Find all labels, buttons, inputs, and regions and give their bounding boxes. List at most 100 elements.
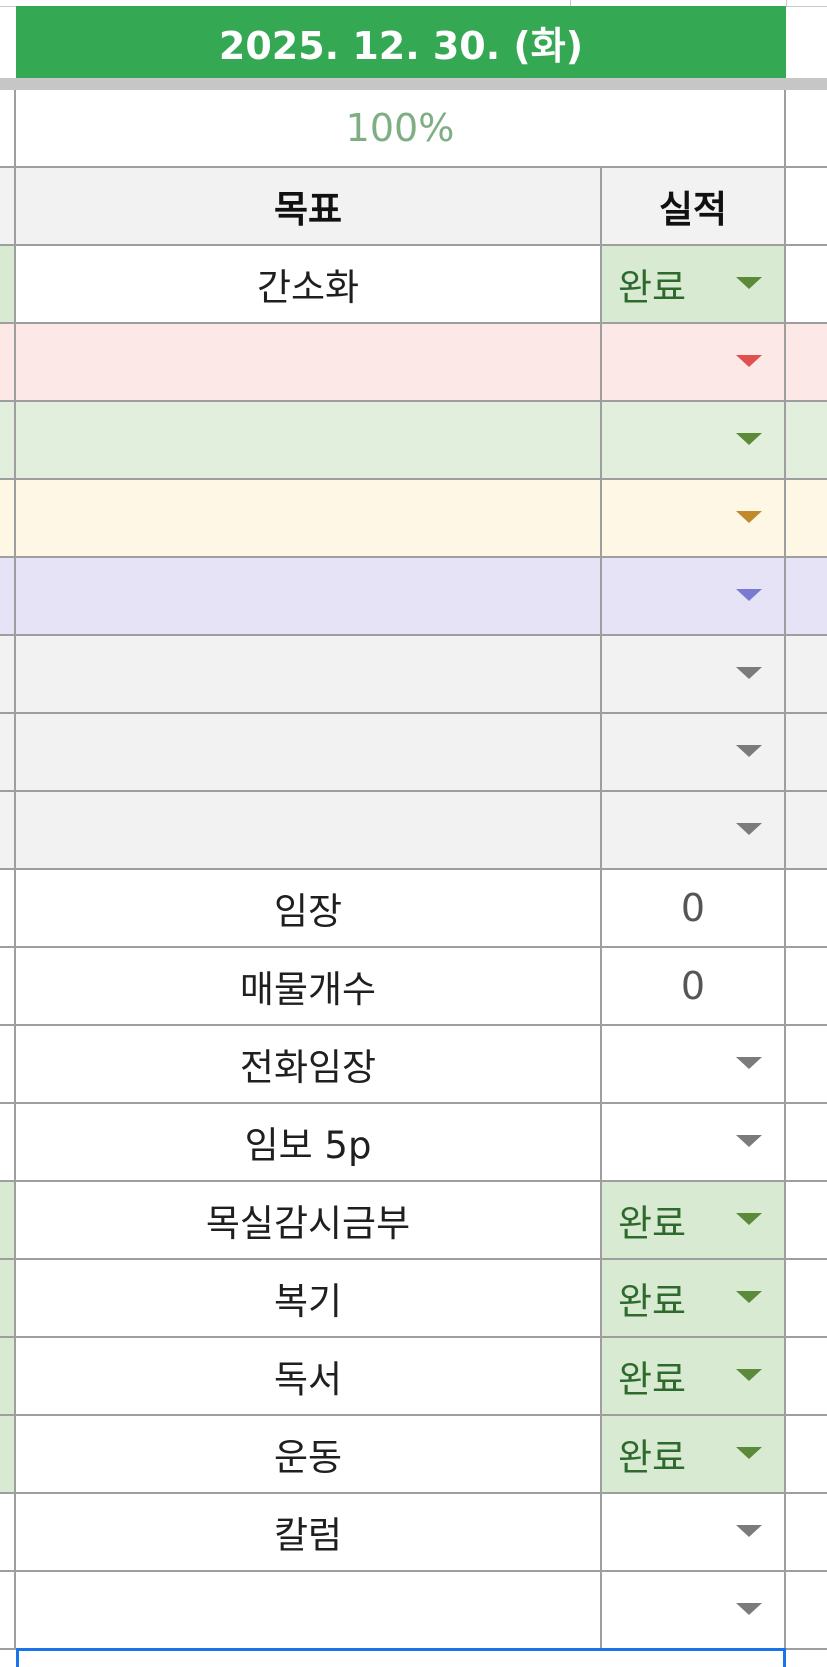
dropdown-arrow-icon[interactable] xyxy=(736,277,762,289)
goal-cell[interactable]: 임보 5p xyxy=(16,1104,602,1180)
right-edge-cell[interactable] xyxy=(786,792,827,868)
right-edge-cell[interactable] xyxy=(786,870,827,946)
result-number-cell[interactable]: 0 xyxy=(602,948,786,1024)
right-edge-cell[interactable] xyxy=(786,1182,827,1258)
date-banner[interactable]: 2025. 12. 30. (화) xyxy=(16,6,786,78)
row-edge-cell[interactable] xyxy=(0,1416,16,1492)
goal-cell[interactable]: 독서 xyxy=(16,1338,602,1414)
goal-cell[interactable] xyxy=(16,324,602,400)
result-dropdown-cell[interactable]: 완료 xyxy=(602,246,786,322)
row-edge-cell[interactable] xyxy=(0,714,16,790)
dropdown-arrow-icon[interactable] xyxy=(736,433,762,445)
result-dropdown-cell[interactable] xyxy=(602,1572,786,1648)
goal-cell[interactable]: 간소화 xyxy=(16,246,602,322)
result-dropdown-cell[interactable] xyxy=(602,1104,786,1180)
goal-cell[interactable]: 운동 xyxy=(16,1416,602,1492)
goal-cell[interactable] xyxy=(16,636,602,712)
goal-cell[interactable]: 임장 xyxy=(16,870,602,946)
goal-cell[interactable]: 목실감시금부 xyxy=(16,1182,602,1258)
result-dropdown-cell[interactable]: 완료 xyxy=(602,1416,786,1492)
dropdown-arrow-icon[interactable] xyxy=(736,1369,762,1381)
dropdown-arrow-icon[interactable] xyxy=(736,1057,762,1069)
goal-cell[interactable]: 복기 xyxy=(16,1260,602,1336)
goal-cell[interactable] xyxy=(16,792,602,868)
result-dropdown-cell[interactable]: 완료 xyxy=(602,1338,786,1414)
row-edge-cell[interactable] xyxy=(0,1572,16,1648)
goal-cell[interactable]: 전화임장 xyxy=(16,1026,602,1102)
goal-cell[interactable] xyxy=(16,714,602,790)
goal-cell[interactable] xyxy=(16,558,602,634)
goal-header-cell[interactable]: 목표 xyxy=(16,168,602,244)
spreadsheet: 2025. 12. 30. (화) 100% 목표 실적 간소화 완료 임장 0 매물개… xyxy=(0,0,827,1667)
row-edge-cell[interactable] xyxy=(0,168,16,244)
right-edge-cell[interactable] xyxy=(786,402,827,478)
row-edge-cell[interactable] xyxy=(0,558,16,634)
result-text: 0 xyxy=(680,886,706,930)
row-edge-cell[interactable] xyxy=(0,948,16,1024)
right-edge-cell[interactable] xyxy=(786,1026,827,1102)
row-edge-cell[interactable] xyxy=(0,1494,16,1570)
dropdown-arrow-icon[interactable] xyxy=(736,355,762,367)
row-edge-cell[interactable] xyxy=(0,324,16,400)
row-edge-cell[interactable] xyxy=(0,870,16,946)
row-edge-cell[interactable] xyxy=(0,246,16,322)
progress-cell[interactable]: 100% xyxy=(16,90,786,166)
goal-cell[interactable] xyxy=(16,1572,602,1648)
result-dropdown-cell[interactable]: 완료 xyxy=(602,1182,786,1258)
result-dropdown-cell[interactable] xyxy=(602,558,786,634)
dropdown-arrow-icon[interactable] xyxy=(736,1291,762,1303)
row-edge-cell[interactable] xyxy=(0,636,16,712)
dropdown-arrow-icon[interactable] xyxy=(736,823,762,835)
right-edge-cell[interactable] xyxy=(786,558,827,634)
row-edge-cell[interactable] xyxy=(0,1182,16,1258)
result-dropdown-cell[interactable] xyxy=(602,636,786,712)
result-number-cell[interactable]: 0 xyxy=(602,870,786,946)
right-edge-cell[interactable] xyxy=(786,1104,827,1180)
selected-cell-outline[interactable] xyxy=(16,1648,786,1667)
row-edge-cell[interactable] xyxy=(0,1026,16,1102)
right-edge-cell[interactable] xyxy=(786,246,827,322)
freeze-divider[interactable] xyxy=(0,78,827,90)
dropdown-arrow-icon[interactable] xyxy=(736,1135,762,1147)
result-dropdown-cell[interactable] xyxy=(602,480,786,556)
right-edge-cell[interactable] xyxy=(786,714,827,790)
right-edge-cell[interactable] xyxy=(786,1494,827,1570)
row-edge-cell[interactable] xyxy=(0,1260,16,1336)
goal-cell[interactable]: 매물개수 xyxy=(16,948,602,1024)
result-dropdown-cell[interactable]: 완료 xyxy=(602,1260,786,1336)
row-edge-cell[interactable] xyxy=(0,90,16,166)
goal-cell[interactable]: 칼럼 xyxy=(16,1494,602,1570)
result-header-cell[interactable]: 실적 xyxy=(602,168,786,244)
dropdown-arrow-icon[interactable] xyxy=(736,1447,762,1459)
right-edge-cell[interactable] xyxy=(786,636,827,712)
row-edge-cell[interactable] xyxy=(0,480,16,556)
result-dropdown-cell[interactable] xyxy=(602,714,786,790)
dropdown-arrow-icon[interactable] xyxy=(736,667,762,679)
result-dropdown-cell[interactable] xyxy=(602,792,786,868)
right-edge-cell[interactable] xyxy=(786,948,827,1024)
dropdown-arrow-icon[interactable] xyxy=(736,1525,762,1537)
goal-cell[interactable] xyxy=(16,402,602,478)
dropdown-arrow-icon[interactable] xyxy=(736,1213,762,1225)
dropdown-arrow-icon[interactable] xyxy=(736,511,762,523)
result-dropdown-cell[interactable] xyxy=(602,402,786,478)
row-edge-cell[interactable] xyxy=(0,402,16,478)
right-edge-cell[interactable] xyxy=(786,168,827,244)
goal-cell[interactable] xyxy=(16,480,602,556)
right-edge-cell[interactable] xyxy=(786,1572,827,1648)
result-dropdown-cell[interactable] xyxy=(602,1026,786,1102)
row-edge-cell[interactable] xyxy=(0,1104,16,1180)
dropdown-arrow-icon[interactable] xyxy=(736,589,762,601)
right-edge-cell[interactable] xyxy=(786,480,827,556)
dropdown-arrow-icon[interactable] xyxy=(736,1603,762,1615)
right-edge-cell[interactable] xyxy=(786,324,827,400)
result-dropdown-cell[interactable] xyxy=(602,324,786,400)
row-edge-cell[interactable] xyxy=(0,792,16,868)
right-edge-cell[interactable] xyxy=(786,1416,827,1492)
right-edge-cell[interactable] xyxy=(786,1338,827,1414)
dropdown-arrow-icon[interactable] xyxy=(736,745,762,757)
result-dropdown-cell[interactable] xyxy=(602,1494,786,1570)
row-edge-cell[interactable] xyxy=(0,1338,16,1414)
table-row: 간소화 완료 xyxy=(0,246,827,324)
right-edge-cell[interactable] xyxy=(786,1260,827,1336)
